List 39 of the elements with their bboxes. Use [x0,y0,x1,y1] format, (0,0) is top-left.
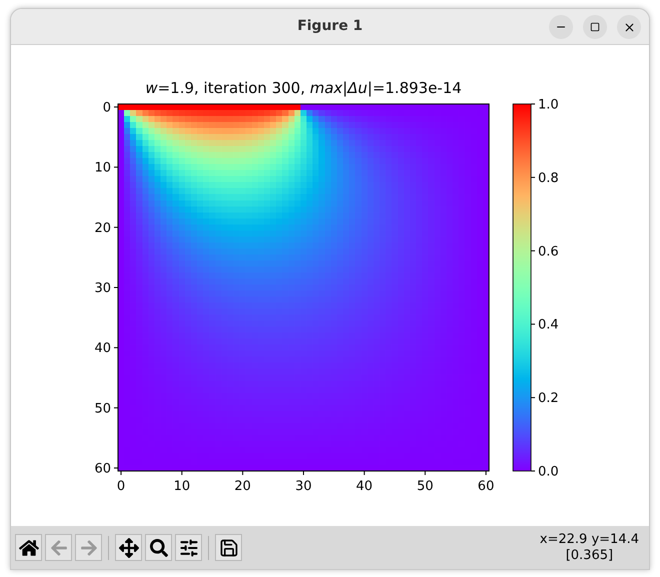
y-tick-label: 0 [102,100,111,116]
sliders-icon [178,538,198,558]
y-tick-label: 20 [94,220,111,236]
colorbar-tick-label: 0.6 [538,244,559,260]
window-title: Figure 1 [297,17,363,36]
arrow-right-icon [80,538,98,556]
x-tick-label: 60 [478,479,494,494]
close-icon [622,20,636,34]
colorbar-tick-label: 1.0 [538,98,559,112]
x-tick-label: 30 [295,479,312,494]
maximize-button[interactable] [583,15,607,39]
home-icon [18,538,38,558]
x-tick-label: 20 [234,479,251,494]
colorbar-tick-label: 0.8 [538,170,559,186]
x-tick-label: 50 [416,479,434,494]
y-tick-label: 40 [94,341,111,356]
x-tick-label: 10 [174,479,190,494]
y-tick-label: 30 [94,281,111,296]
y-tick-label: 50 [94,401,111,416]
x-tick-label: 40 [356,479,373,494]
plot-title: w=1.9, iteration 300, max|Δu|=1.893e-14 [145,79,462,97]
y-tick-label: 10 [94,160,111,176]
home-button[interactable] [15,534,42,561]
colorbar-tick-label: 0.4 [538,318,559,333]
close-button[interactable] [617,15,641,39]
colorbar-tick-label: 0.0 [538,464,559,480]
search-icon [150,538,168,556]
pan-button[interactable] [115,534,142,561]
configure-button[interactable] [175,534,202,561]
colorbar-tick-label: 0.2 [538,391,559,406]
y-tick-label: 60 [94,462,111,476]
maximize-icon [590,22,600,32]
zoom-button[interactable] [145,534,172,561]
save-button[interactable] [215,534,242,561]
cursor-value: [0.365] [566,548,614,564]
cursor-coordinates: x=22.9 y=14.4 [540,532,639,548]
move-icon [118,538,138,558]
arrow-left-icon [50,538,68,556]
x-tick-label: 0 [116,479,126,494]
